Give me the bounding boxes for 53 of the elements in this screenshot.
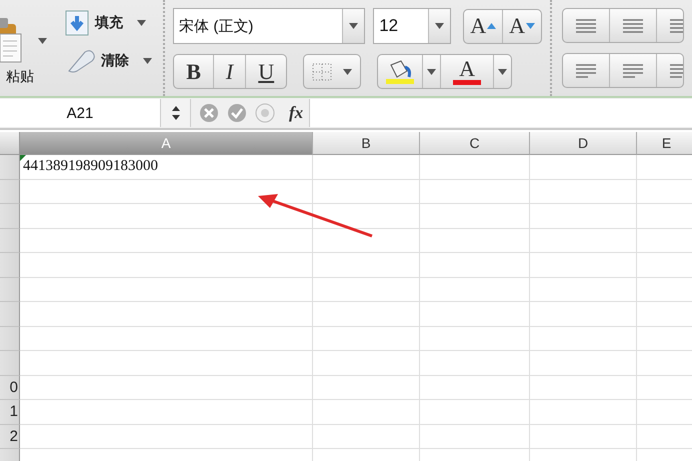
row-header[interactable]: [0, 253, 20, 278]
font-select[interactable]: 宋体 (正文): [173, 8, 366, 44]
caret-icon: [137, 20, 146, 26]
grow-font-button[interactable]: A: [464, 10, 504, 42]
circle-icon[interactable]: [255, 103, 275, 123]
caret-icon: [349, 23, 358, 29]
underline-button[interactable]: U: [246, 55, 286, 88]
caret-icon: [435, 23, 444, 29]
shrink-font-button[interactable]: A: [503, 10, 541, 42]
up-down-arrows-icon: [172, 106, 180, 120]
border-grid-icon: [312, 62, 332, 80]
row-header[interactable]: [0, 155, 20, 180]
dropdown-button[interactable]: [428, 9, 450, 43]
align-lines-icon: [622, 62, 644, 78]
dropdown-button[interactable]: [342, 9, 364, 43]
row-header[interactable]: [0, 278, 20, 302]
column-header[interactable]: E: [637, 132, 692, 155]
formula-input[interactable]: [309, 99, 692, 127]
column-header[interactable]: D: [530, 132, 637, 155]
paste-button[interactable]: 粘贴: [0, 16, 34, 86]
triangle-icon: [526, 23, 535, 29]
caret-icon: [498, 68, 508, 74]
cancel-icon[interactable]: [199, 103, 219, 123]
row-header[interactable]: [0, 228, 20, 253]
caret-icon: [143, 58, 152, 64]
caret-icon: [38, 38, 47, 44]
align-lines-icon: [575, 62, 597, 78]
table-cell: 441389198909183000: [20, 155, 313, 180]
caret-icon: [343, 68, 352, 74]
clear-button[interactable]: 清除: [65, 44, 152, 78]
caret-icon: [427, 68, 436, 74]
name-box[interactable]: A21: [0, 99, 161, 127]
row-header[interactable]: 2: [0, 424, 20, 449]
fill-button[interactable]: 填充: [65, 6, 152, 40]
row-header[interactable]: [0, 351, 20, 376]
triangle-icon: [487, 23, 496, 29]
bold-button[interactable]: B: [174, 55, 214, 88]
function-button[interactable]: fx: [283, 103, 310, 123]
checkmark-icon[interactable]: [227, 103, 247, 123]
row-header[interactable]: 1: [0, 400, 20, 424]
column-header[interactable]: C: [420, 132, 530, 155]
row-header[interactable]: [0, 326, 20, 351]
align-lines-icon: [575, 18, 597, 34]
row-header[interactable]: [0, 302, 20, 326]
column-header[interactable]: B: [313, 132, 420, 155]
row-header[interactable]: [0, 204, 20, 228]
align-lines-icon: [622, 18, 644, 34]
font-size-select[interactable]: 12: [373, 8, 452, 44]
row-header[interactable]: [0, 180, 20, 204]
italic-button[interactable]: I: [214, 55, 246, 88]
select-all-corner[interactable]: [0, 132, 20, 155]
row-header[interactable]: 0: [0, 376, 20, 400]
error-flag-icon: [20, 155, 26, 161]
